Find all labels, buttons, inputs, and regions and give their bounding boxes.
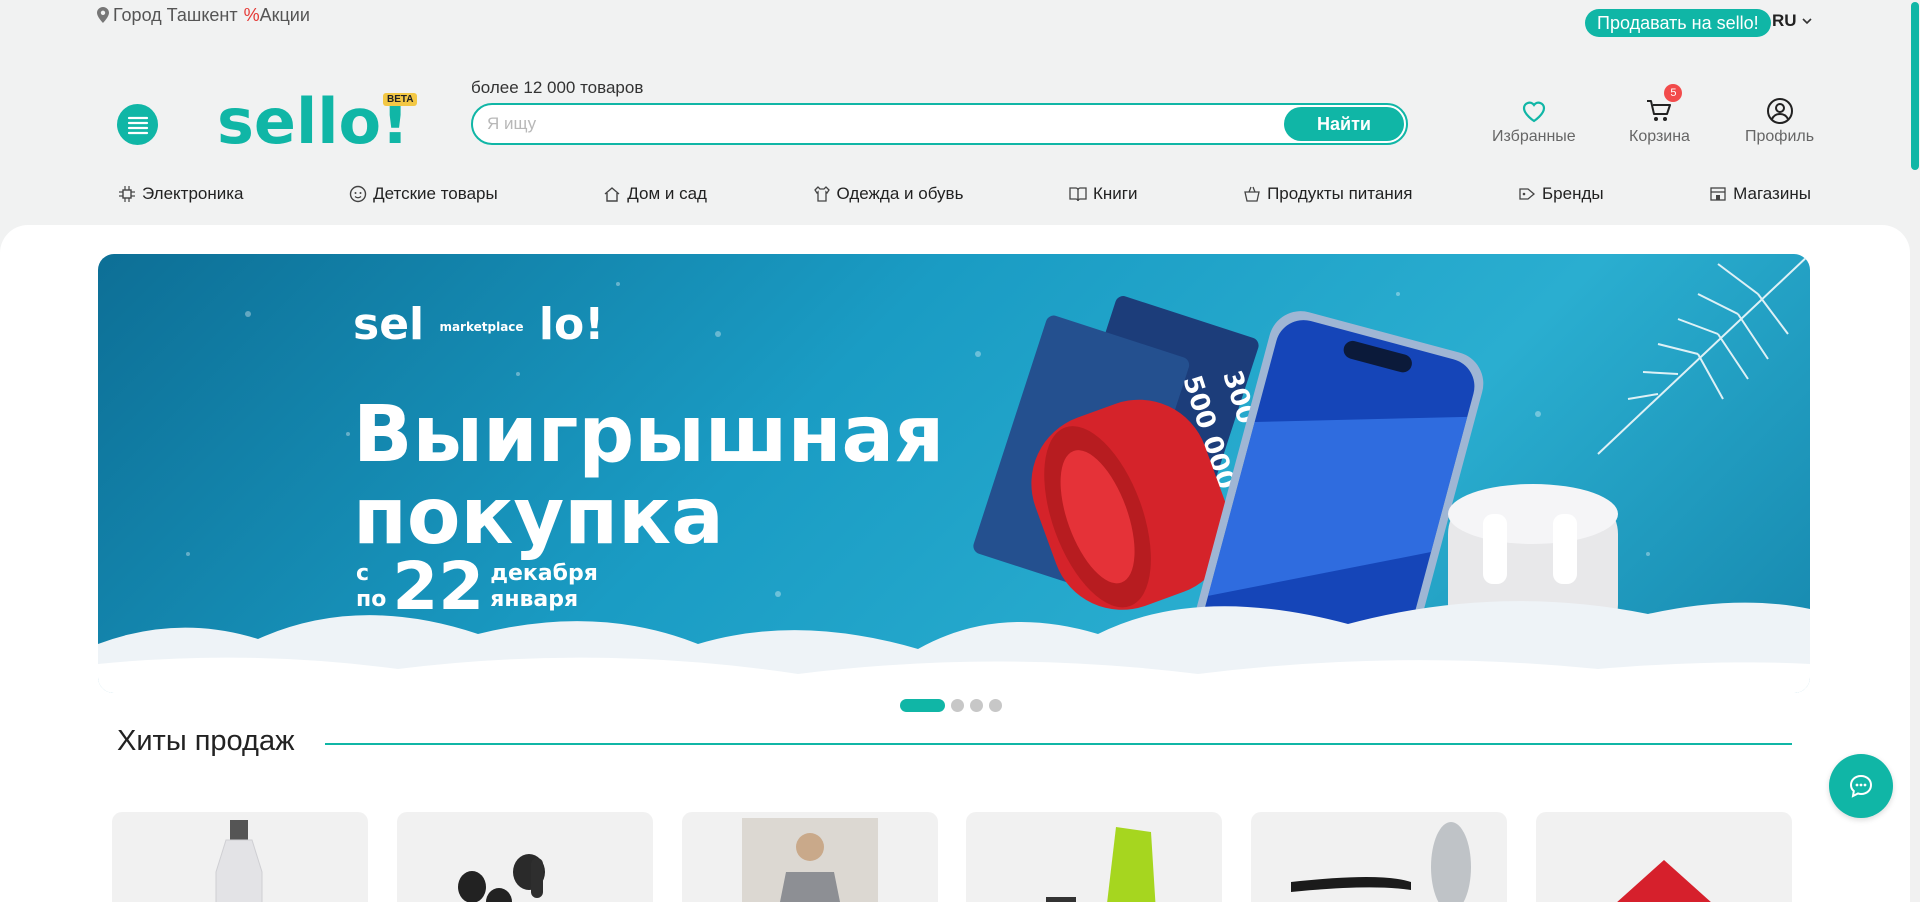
language-label: RU xyxy=(1772,11,1797,30)
chevron-down-icon xyxy=(1801,18,1812,25)
banner-month-1: декабря xyxy=(490,561,598,586)
heart-icon xyxy=(1522,101,1545,123)
banner-brand-mid: marketplace xyxy=(439,320,524,334)
cart-button[interactable]: 5 Корзина xyxy=(1629,84,1690,146)
beta-badge: BETA xyxy=(383,93,418,106)
category-groceries[interactable]: Продукты питания xyxy=(1243,183,1412,205)
carousel-dot[interactable] xyxy=(951,699,964,712)
scrollbar-thumb[interactable] xyxy=(1911,2,1919,170)
banner-headline: Выигрышная покупка xyxy=(353,394,944,558)
brand-tag-icon xyxy=(1519,188,1536,200)
banner-date-to: по xyxy=(356,587,387,612)
category-label: Книги xyxy=(1093,184,1138,203)
banner-brand-left: sel xyxy=(353,299,425,350)
cart-count-badge: 5 xyxy=(1664,84,1683,102)
percent-symbol: % xyxy=(243,4,260,25)
carousel-dot[interactable] xyxy=(900,699,945,712)
book-icon xyxy=(1069,187,1087,202)
section-divider xyxy=(325,743,1792,745)
product-list xyxy=(112,812,1792,902)
section-title-bestsellers: Хиты продаж xyxy=(117,725,295,757)
location-bar: Город Ташкент %Акции xyxy=(97,4,310,26)
location-pin-icon xyxy=(97,7,109,23)
carousel-dot[interactable] xyxy=(989,699,1002,712)
product-image-model xyxy=(741,818,878,902)
house-icon xyxy=(604,187,620,202)
banner-date-prefixes: с по xyxy=(356,561,386,613)
promotions-label: Акции xyxy=(259,4,310,25)
banner-month-2: января xyxy=(490,587,579,612)
chip-icon xyxy=(119,186,135,202)
banner-brand: sel marketplace lo! xyxy=(353,299,604,350)
category-books[interactable]: Книги xyxy=(1069,183,1138,205)
category-nav: Электроника Детские товары Дом и сад Оде… xyxy=(118,183,1811,205)
sell-on-sello-button[interactable]: Продавать на sello! xyxy=(1585,9,1771,37)
product-image-earbuds xyxy=(457,854,545,902)
search-hint: более 12 000 товаров xyxy=(471,78,644,97)
favorites-button[interactable]: Избранные xyxy=(1492,96,1576,146)
profile-label: Профиль xyxy=(1745,128,1815,145)
search-bar: Найти xyxy=(471,103,1408,145)
catalog-menu-button[interactable] xyxy=(117,104,158,145)
category-label: Продукты питания xyxy=(1267,184,1413,203)
cart-label: Корзина xyxy=(1629,128,1690,145)
banner-headline-line-1: Выигрышная xyxy=(353,390,945,480)
product-image-red-cushion xyxy=(1617,860,1711,902)
search-input[interactable] xyxy=(487,113,1247,135)
support-chat-button[interactable] xyxy=(1829,754,1893,818)
chat-bubble-icon xyxy=(1849,774,1873,798)
language-selector[interactable]: RU xyxy=(1772,11,1812,31)
banner-date-number: 22 xyxy=(392,548,485,625)
product-image-green-bag xyxy=(1046,827,1156,902)
favorites-label: Избранные xyxy=(1492,128,1576,145)
carousel-dots xyxy=(900,699,1008,712)
promo-banner[interactable]: 300 000 500 000 UZS xyxy=(98,254,1810,693)
baby-face-icon xyxy=(349,185,367,203)
banner-brand-right: lo! xyxy=(538,299,605,350)
profile-button[interactable]: Профиль xyxy=(1745,96,1814,146)
category-kids[interactable]: Детские товары xyxy=(349,183,498,205)
category-home-garden[interactable]: Дом и сад xyxy=(603,183,707,205)
carousel-dot[interactable] xyxy=(970,699,983,712)
product-card[interactable] xyxy=(1251,812,1508,902)
promotions-link[interactable]: %Акции xyxy=(244,5,310,26)
clothing-icon xyxy=(813,186,830,202)
logo-text: sello! xyxy=(217,88,409,150)
category-clothing[interactable]: Одежда и обувь xyxy=(813,183,964,205)
product-card[interactable] xyxy=(966,812,1223,902)
category-label: Электроника xyxy=(142,184,244,203)
category-brands[interactable]: Бренды xyxy=(1518,183,1604,205)
category-electronics[interactable]: Электроника xyxy=(118,183,244,205)
category-label: Бренды xyxy=(1542,184,1604,203)
store-icon xyxy=(1710,187,1726,201)
groceries-icon xyxy=(1244,186,1260,202)
product-card[interactable] xyxy=(396,812,653,902)
category-label: Дом и сад xyxy=(627,184,707,203)
category-label: Одежда и обувь xyxy=(836,184,964,203)
product-card[interactable] xyxy=(681,812,938,902)
category-stores[interactable]: Магазины xyxy=(1709,183,1811,205)
category-label: Магазины xyxy=(1733,184,1811,203)
user-circle-icon xyxy=(1766,98,1793,124)
product-card[interactable] xyxy=(112,812,368,902)
product-image-bottle xyxy=(215,820,263,902)
find-button[interactable]: Найти xyxy=(1284,107,1404,141)
banner-headline-line-2: покупка xyxy=(353,472,724,562)
hamburger-menu-icon xyxy=(127,116,148,134)
city-selector[interactable]: Город Ташкент xyxy=(113,5,238,26)
category-label: Детские товары xyxy=(373,184,498,203)
banner-date-from: с xyxy=(356,561,370,586)
product-card[interactable] xyxy=(1535,812,1792,902)
cart-icon-wrap: 5 xyxy=(1644,84,1683,126)
banner-dates: с по 22 декабря января xyxy=(356,554,598,620)
banner-months: декабря января xyxy=(490,561,598,613)
product-image-skateboard xyxy=(1291,822,1472,902)
